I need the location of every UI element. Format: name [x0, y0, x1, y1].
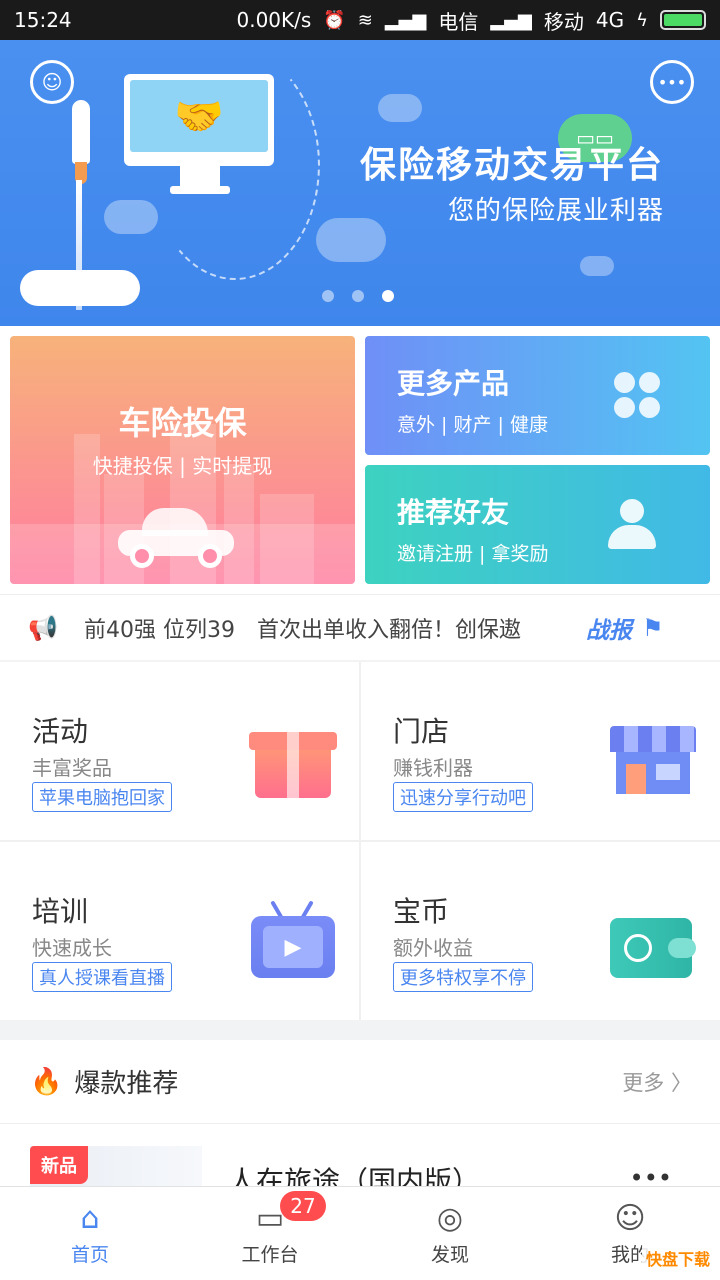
- car-tile-subtitle: 快捷投保 | 实时提现: [92, 454, 273, 478]
- tab-discover[interactable]: ◎ 发现: [360, 1187, 540, 1280]
- network-type: 4G: [595, 8, 625, 32]
- gift-icon: [249, 720, 337, 800]
- tab-workbench[interactable]: ▭ 工作台 27: [180, 1187, 360, 1280]
- more-products-tile[interactable]: 更多产品 意外 | 财产 | 健康: [365, 336, 710, 455]
- new-badge: 新品: [30, 1146, 88, 1184]
- megaphone-icon: 📢: [28, 613, 58, 642]
- pagination-dot[interactable]: [322, 290, 334, 302]
- user-icon: ☺: [614, 1200, 646, 1236]
- clover-icon: [614, 372, 660, 418]
- activity-card[interactable]: 活动 丰富奖品 苹果电脑抱回家: [0, 662, 359, 840]
- banner-title: 保险移动交易平台: [359, 145, 664, 186]
- fire-icon: 🔥: [30, 1066, 63, 1097]
- more-tile-subtitle: 意外 | 财产 | 健康: [397, 414, 548, 436]
- wallet-icon: [610, 900, 696, 980]
- store-icon: [610, 720, 696, 800]
- monitor-base: [170, 186, 230, 194]
- product-name: 人在旅途（国内版）: [228, 1165, 481, 1186]
- card-subtitle: 丰富奖品: [32, 756, 112, 780]
- recommend-friend-tile[interactable]: 推荐好友 邀请注册 | 拿奖励: [365, 465, 710, 584]
- tab-label: 发现: [430, 1244, 469, 1266]
- card-tag: 更多特权享不停: [393, 962, 533, 992]
- store-card[interactable]: 门店 赚钱利器 迅速分享行动吧: [361, 662, 720, 840]
- car-insurance-tile[interactable]: 车险投保 快捷投保 | 实时提现: [10, 336, 355, 584]
- card-tag: 苹果电脑抱回家: [32, 782, 172, 812]
- feature-grid: 活动 丰富奖品 苹果电脑抱回家 门店 赚钱利器 迅速分享行动吧 培训 快速成长 …: [0, 662, 720, 1020]
- charging-icon: ϟ: [636, 9, 648, 31]
- hot-section-title: 爆款推荐: [74, 1069, 179, 1099]
- notification-badge: 27: [280, 1191, 326, 1221]
- training-card[interactable]: 培训 快速成长 真人授课看直播 ▶: [0, 842, 359, 1020]
- bottom-tab-bar: ⌂ 首页 ▭ 工作台 27 ◎ 发现 ☺ 我的: [0, 1186, 720, 1280]
- news-ticker[interactable]: 📢 前40强 位列39 首次出单收入翻倍！创保遨 战报 ⚑: [0, 594, 720, 660]
- card-subtitle: 快速成长: [32, 936, 112, 960]
- flag-icon: ⚑: [642, 613, 664, 642]
- wifi-icon: ≋: [357, 9, 373, 31]
- card-tag: 迅速分享行动吧: [393, 782, 533, 812]
- banner-subtitle: 您的保险展业利器: [447, 196, 664, 226]
- news-text[interactable]: 前40强 位列39 首次出单收入翻倍！创保遨: [84, 612, 566, 644]
- rocket-illustration: [66, 100, 96, 190]
- card-tag: 真人授课看直播: [32, 962, 172, 992]
- tab-label: 首页: [70, 1244, 109, 1266]
- home-icon: ⌂: [80, 1200, 100, 1236]
- compass-icon: ◎: [436, 1200, 464, 1236]
- status-time: 15:24: [14, 8, 72, 32]
- alarm-icon: ⏰: [323, 9, 346, 31]
- hot-section-header: 🔥 爆款推荐 更多 〉: [0, 1040, 720, 1124]
- cloud-decoration: [378, 94, 422, 122]
- card-title: 培训: [32, 895, 89, 928]
- battery-icon: [660, 10, 706, 30]
- message-icon[interactable]: •••: [650, 60, 694, 104]
- car-icon: [118, 508, 234, 568]
- tv-icon: ▶: [249, 900, 335, 980]
- card-title: 门店: [393, 715, 450, 748]
- smoke-cloud: [20, 270, 140, 306]
- car-tile-title: 车险投保: [118, 404, 247, 442]
- pagination-dot[interactable]: [352, 290, 364, 302]
- tab-home[interactable]: ⌂ 首页: [0, 1187, 180, 1280]
- quick-entry-tiles: 车险投保 快捷投保 | 实时提现 更多产品 意外 | 财产 | 健康 推荐好友 …: [0, 326, 720, 594]
- carrier-1: 电信: [438, 9, 479, 34]
- network-speed: 0.00K/s: [236, 8, 312, 32]
- cloud-decoration: [104, 200, 158, 234]
- monitor-handshake-illustration: 🤝: [124, 74, 274, 166]
- customer-service-icon[interactable]: ☺: [30, 60, 74, 104]
- carrier-2: 移动: [543, 9, 584, 34]
- person-share-icon: [608, 499, 664, 555]
- card-title: 宝币: [393, 895, 450, 928]
- signal-icon: ▂▄▆: [384, 9, 427, 31]
- more-options-icon[interactable]: •••: [630, 1164, 672, 1186]
- coin-card[interactable]: 宝币 额外收益 更多特权享不停: [361, 842, 720, 1020]
- promo-banner[interactable]: ☺ ••• 🤝 ▭▭ 保险移动交易平台 您的保险展业利器: [0, 40, 720, 326]
- tab-label: 工作台: [241, 1244, 299, 1266]
- signal-icon-2: ▂▄▆: [490, 9, 532, 31]
- banner-pagination: [322, 290, 394, 302]
- watermark-logo: 快盘下载: [641, 1244, 714, 1272]
- more-link[interactable]: 更多 〉: [622, 1067, 692, 1097]
- cloud-decoration: [316, 218, 386, 262]
- card-title: 活动: [32, 715, 89, 748]
- battle-report-label[interactable]: 战报: [586, 611, 632, 645]
- cloud-decoration: [580, 256, 614, 276]
- status-right: 0.00K/s ⏰ ≋ ▂▄▆ 电信 ▂▄▆ 移动 4G ϟ: [236, 6, 706, 35]
- pagination-dot-active[interactable]: [382, 290, 394, 302]
- more-tile-title: 更多产品: [397, 367, 510, 400]
- product-list-item[interactable]: 新品 人在旅途（国内版） •••: [0, 1124, 720, 1186]
- card-subtitle: 额外收益: [393, 936, 473, 960]
- card-subtitle: 赚钱利器: [393, 756, 473, 780]
- monitor-stand: [180, 166, 220, 188]
- status-bar: 15:24 0.00K/s ⏰ ≋ ▂▄▆ 电信 ▂▄▆ 移动 4G ϟ: [0, 0, 720, 40]
